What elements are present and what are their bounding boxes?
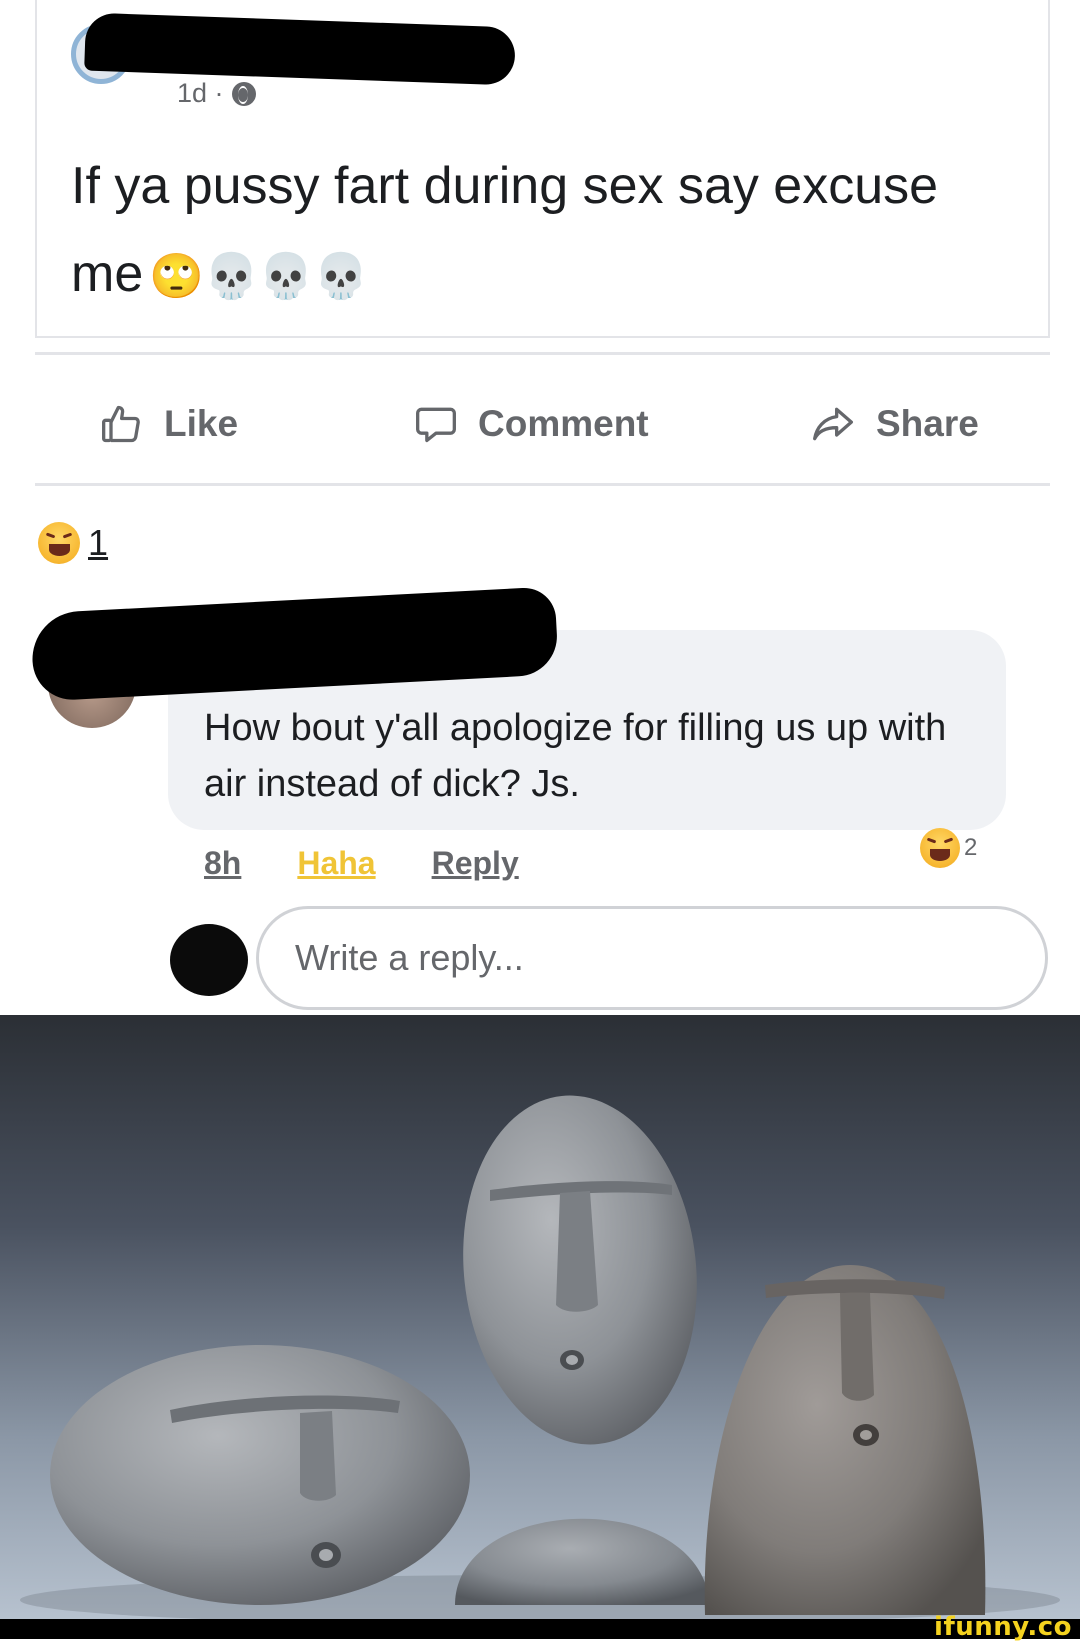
- comment-icon: [416, 407, 456, 443]
- stone-faces-photo: [0, 1015, 1080, 1619]
- thumbs-up-icon: [102, 405, 140, 443]
- ifunny-watermark: ifunny.co: [934, 1612, 1072, 1642]
- like-button[interactable]: Like: [100, 402, 238, 446]
- post-emojis: 🙄💀💀💀: [149, 252, 369, 302]
- comment-haha-button[interactable]: Haha: [297, 845, 375, 882]
- reply-input[interactable]: [256, 906, 1048, 1010]
- reply-avatar: [170, 924, 248, 996]
- comment-reaction-count: 2: [964, 834, 978, 861]
- post-timestamp[interactable]: 1d ·: [177, 78, 224, 109]
- comment-label: Comment: [478, 403, 649, 444]
- post-text: If ya pussy fart during sex say excuse m…: [71, 142, 1001, 321]
- share-button[interactable]: Share: [810, 402, 979, 446]
- comment-actions: 8h Haha Reply: [204, 845, 519, 882]
- watermark-bar: [0, 1619, 1080, 1639]
- divider-top: [35, 352, 1050, 355]
- reaction-summary[interactable]: 1: [38, 522, 108, 564]
- share-label: Share: [876, 403, 979, 444]
- post-meta: 1d ·: [177, 78, 256, 109]
- comment-time[interactable]: 8h: [204, 845, 241, 882]
- haha-reaction-icon: [920, 828, 960, 868]
- reaction-count: 1: [88, 522, 109, 563]
- comment-button[interactable]: Comment: [414, 402, 649, 446]
- divider-bottom: [35, 483, 1050, 486]
- share-icon: [813, 407, 853, 441]
- comment-reply-button[interactable]: Reply: [432, 845, 519, 882]
- comment-reaction-summary[interactable]: 2: [920, 828, 977, 868]
- haha-reaction-icon: [38, 522, 80, 564]
- like-label: Like: [164, 403, 239, 444]
- comment-text: How bout y'all apologize for filling us …: [204, 707, 947, 805]
- stone-faces-illustration: [20, 1095, 1060, 1619]
- post-card: wag 1d · If ya pussy fart during sex say…: [35, 0, 1050, 338]
- globe-icon: [231, 81, 256, 106]
- author-name-redaction: [84, 12, 516, 86]
